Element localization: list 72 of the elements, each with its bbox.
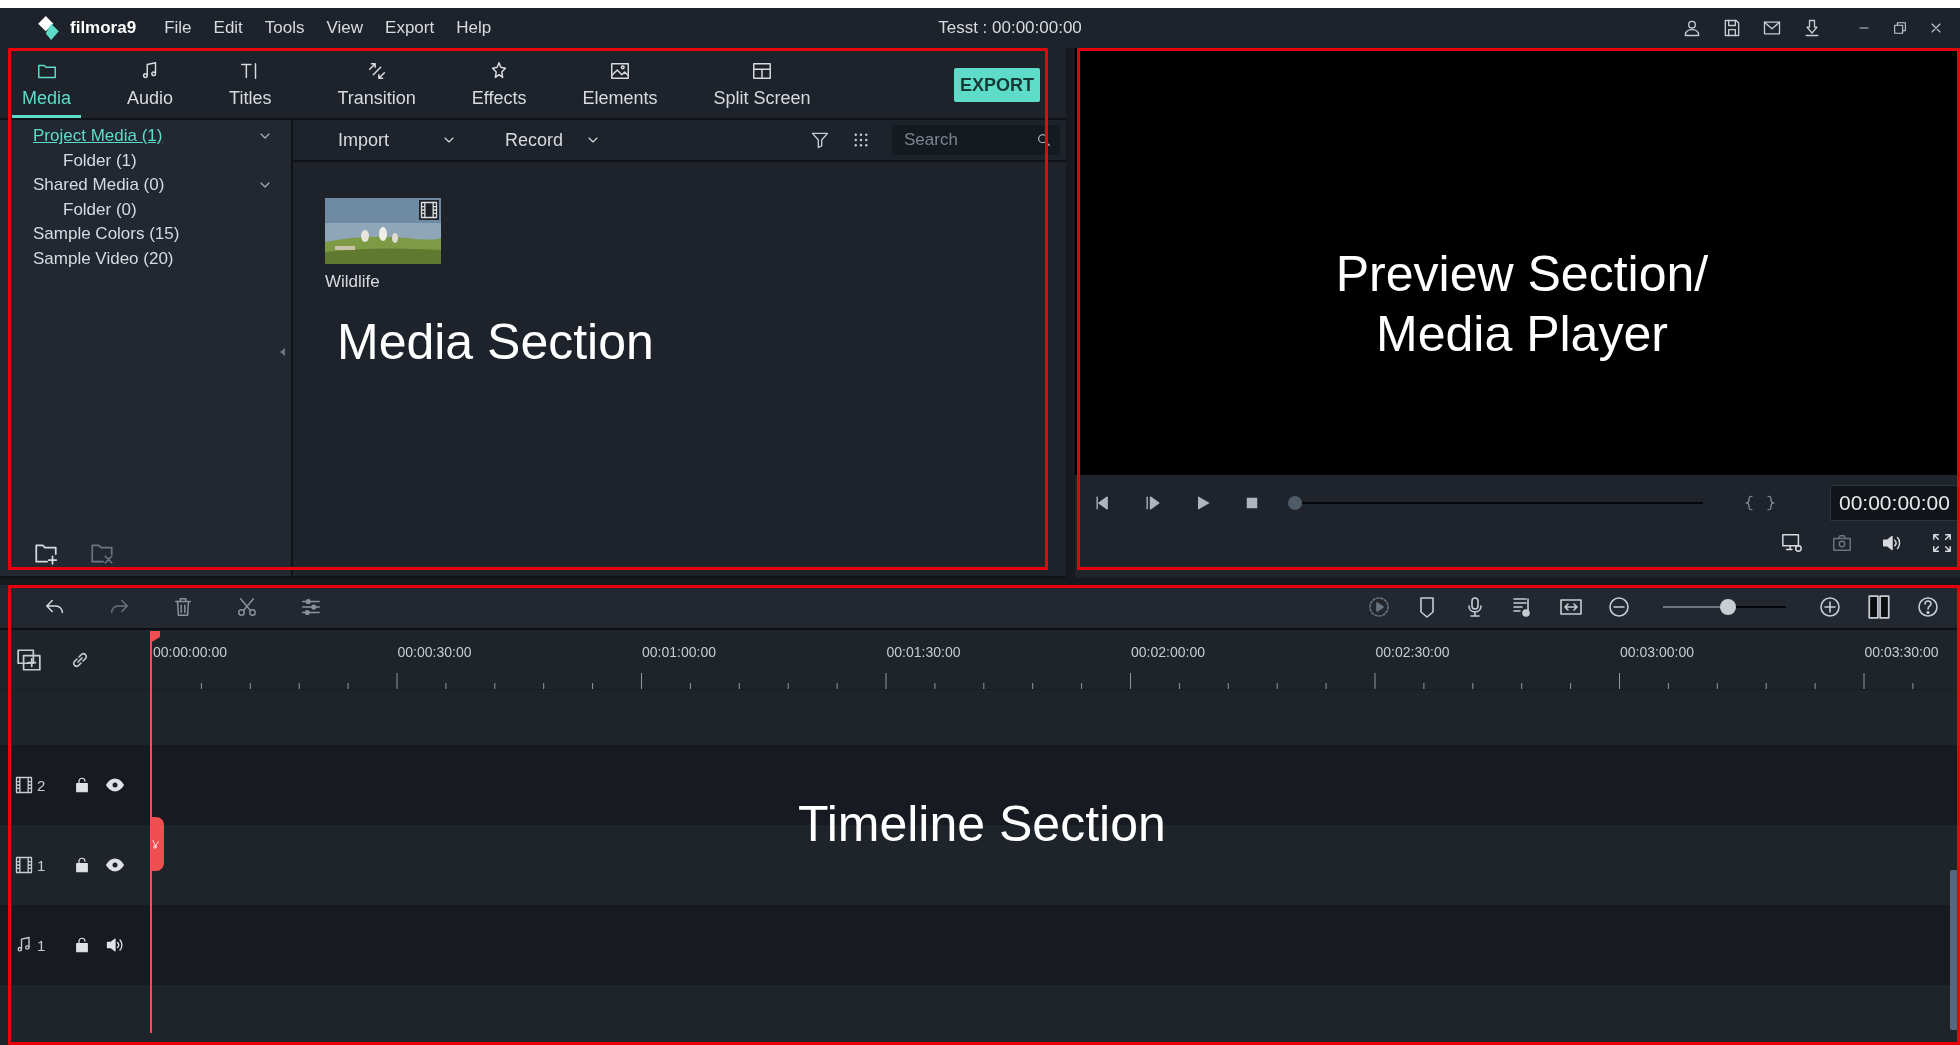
menu-item[interactable]: Help [454, 16, 494, 40]
app-logo-text: filmora9 [70, 18, 137, 38]
lock-icon[interactable] [73, 776, 91, 794]
help-icon[interactable] [1916, 594, 1940, 619]
playhead-cut-tab[interactable] [150, 817, 164, 871]
media-tab[interactable]: Elements [572, 48, 668, 118]
media-tab[interactable]: Transition [327, 48, 426, 118]
media-tab[interactable]: Audio [117, 48, 184, 118]
library-item[interactable]: Project Media (1) [33, 126, 163, 147]
annotation-label: Timeline Section [798, 795, 1166, 854]
fullscreen-icon[interactable] [1930, 532, 1953, 554]
ruler-time-label: 00:01:00:00 [642, 644, 716, 660]
ruler-time-label: 00:00:00:00 [153, 644, 227, 660]
annotation-label: Media Section [337, 313, 654, 372]
library-item[interactable]: Folder (0) [63, 199, 137, 220]
progress-thumb[interactable] [1288, 496, 1302, 510]
render-icon[interactable] [1367, 594, 1391, 619]
zoom-in-icon[interactable] [1818, 594, 1842, 619]
track-number: 1 [37, 856, 47, 874]
image-icon [609, 60, 631, 82]
zoom-out-icon[interactable] [1607, 594, 1631, 619]
ruler-time-label: 00:00:30:00 [397, 644, 472, 660]
library-item[interactable]: Sample Video (20) [33, 248, 174, 269]
menu-item[interactable]: Export [383, 16, 437, 40]
mail-icon[interactable] [1762, 18, 1782, 38]
delete-icon[interactable] [172, 595, 194, 618]
track-number: 2 [37, 776, 47, 794]
menu-item[interactable]: Tools [262, 16, 307, 40]
media-tab[interactable]: Effects [461, 48, 537, 118]
window-title: Tesst : 00:00:00:00 [938, 17, 1082, 39]
ruler-time-label: 00:03:00:00 [1620, 644, 1694, 660]
record-dropdown[interactable]: Record [505, 129, 602, 151]
search-icon [1036, 132, 1052, 148]
media-tab[interactable]: Titles [219, 48, 282, 118]
lock-icon[interactable] [73, 856, 91, 874]
library-item[interactable]: Shared Media (0) [33, 175, 165, 196]
video-badge-icon [419, 200, 439, 220]
ruler-time-label: 00:02:30:00 [1375, 644, 1450, 660]
export-button[interactable]: EXPORT [954, 68, 1040, 102]
cut-icon[interactable] [236, 595, 258, 618]
ruler-time-label: 00:02:00:00 [1131, 644, 1205, 660]
add-track-icon[interactable] [16, 646, 42, 673]
ruler-time-label: 00:01:30:00 [886, 644, 961, 660]
video-track-icon [14, 855, 34, 875]
library-item[interactable]: Folder (1) [63, 150, 137, 171]
annotation-label: Preview Section/ Media Player [1335, 245, 1709, 364]
restore-icon[interactable] [1892, 20, 1908, 36]
media-tab[interactable]: Split Screen [703, 48, 821, 118]
import-dropdown[interactable]: Import [338, 129, 457, 151]
library-item[interactable]: Sample Colors (15) [33, 224, 180, 245]
split-screen-icon [751, 60, 774, 82]
filter-icon[interactable] [810, 130, 830, 150]
split-view-icon[interactable] [1866, 593, 1892, 620]
snapshot-icon[interactable] [1830, 532, 1853, 554]
menu-item[interactable]: File [162, 16, 194, 40]
playhead-handle[interactable] [150, 631, 160, 643]
media-item-name: Wildlife [325, 272, 381, 292]
grid-icon[interactable] [852, 131, 870, 149]
menu-item[interactable]: Edit [211, 16, 245, 40]
account-icon[interactable] [1682, 18, 1702, 38]
zoom-slider-thumb[interactable] [1720, 598, 1737, 615]
logo-icon [36, 15, 62, 41]
scrollbar[interactable] [1950, 870, 1958, 1030]
save-icon[interactable] [1722, 18, 1742, 38]
search-field[interactable]: Search [892, 125, 1060, 155]
display-settings-icon[interactable] [1780, 532, 1803, 554]
timecode-display: 00:00:00:00 [1830, 485, 1959, 521]
track-number: 1 [37, 936, 47, 954]
video-track-icon [14, 775, 34, 795]
lock-icon[interactable] [73, 936, 91, 954]
menu-item[interactable]: View [324, 16, 366, 40]
ruler-time-label: 00:03:30:00 [1864, 644, 1939, 660]
